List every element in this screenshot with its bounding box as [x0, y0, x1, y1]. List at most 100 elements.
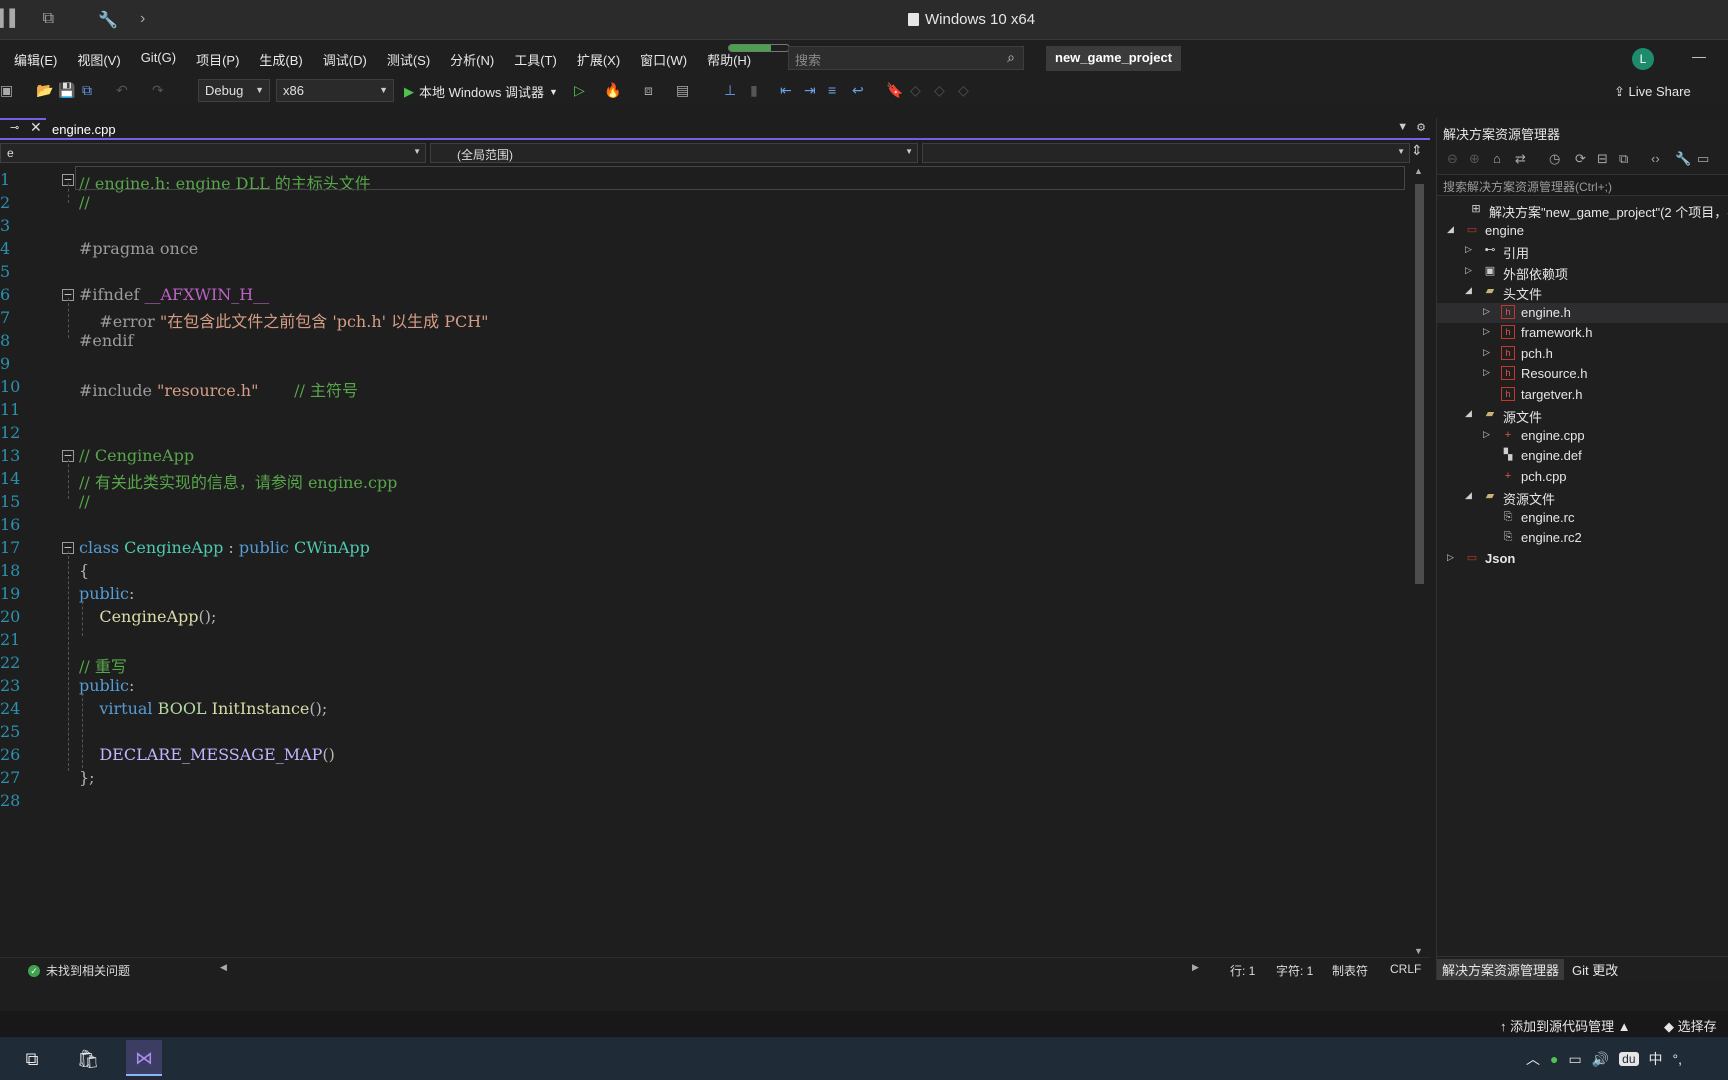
- code-line[interactable]: 7 #error "在包含此文件之前包含 'pch.h' 以生成 PCH": [0, 308, 1400, 333]
- collapse-arrow-icon[interactable]: ◢: [1447, 224, 1454, 235]
- expand-arrow-icon[interactable]: ▷: [1483, 347, 1490, 358]
- code-line[interactable]: 28: [0, 791, 1400, 816]
- punctuation-icon[interactable]: °,: [1673, 1051, 1683, 1067]
- clear-bookmarks-icon[interactable]: ◇: [958, 82, 969, 99]
- switch-view-icon[interactable]: ⇄: [1515, 151, 1526, 167]
- line-ending-indicator[interactable]: CRLF: [1390, 962, 1421, 976]
- code-line[interactable]: 16: [0, 515, 1400, 540]
- uncomment-icon[interactable]: ▮: [750, 82, 758, 99]
- code-line[interactable]: 15 //: [0, 492, 1400, 517]
- scope-nav-select[interactable]: (全局范围) ▼: [430, 143, 918, 163]
- live-share-button[interactable]: ⇪ Live Share: [1614, 84, 1691, 100]
- avatar[interactable]: L: [1632, 48, 1654, 70]
- tree-file-header[interactable]: ▷ h framework.h: [1437, 323, 1728, 343]
- tree-project-engine[interactable]: ◢ ▭ engine: [1437, 221, 1728, 241]
- save-icon[interactable]: 💾: [58, 82, 75, 99]
- display-icon[interactable]: ▭: [1568, 1051, 1581, 1068]
- scroll-down-icon[interactable]: ▼: [1414, 946, 1423, 956]
- open-folder-icon[interactable]: 📂: [36, 82, 53, 99]
- tree-references[interactable]: ▷ ⊷ 引用: [1437, 241, 1728, 261]
- show-all-files-icon[interactable]: ⧉: [1619, 151, 1628, 167]
- code-line[interactable]: 14 // 有关此类实现的信息，请参阅 engine.cpp: [0, 469, 1400, 494]
- code-line[interactable]: 5: [0, 262, 1400, 287]
- outdent-icon[interactable]: ⇤: [780, 82, 792, 99]
- code-line[interactable]: 13−// CengineApp: [0, 446, 1400, 471]
- pending-changes-icon[interactable]: ◷: [1549, 151, 1560, 167]
- tree-folder-resources[interactable]: ◢ ▰ 资源文件: [1437, 487, 1728, 507]
- code-line[interactable]: 25: [0, 722, 1400, 747]
- settings-icon[interactable]: ⚙: [1416, 121, 1426, 134]
- member-nav-select[interactable]: ▼: [922, 143, 1410, 163]
- code-line[interactable]: 26 DECLARE_MESSAGE_MAP(): [0, 745, 1400, 770]
- code-line[interactable]: 23 public:: [0, 676, 1400, 701]
- tree-file-source[interactable]: ▚ engine.def: [1437, 446, 1728, 466]
- bookmark-icon[interactable]: 🔖: [886, 82, 903, 99]
- tree-file-source[interactable]: ▷ + engine.cpp: [1437, 426, 1728, 446]
- menu-item[interactable]: 调试(D): [323, 50, 367, 69]
- project-nav-select[interactable]: e ▼: [0, 143, 426, 163]
- expand-arrow-icon[interactable]: ▷: [1465, 244, 1472, 255]
- project-name-badge[interactable]: new_game_project: [1046, 46, 1182, 71]
- home-icon[interactable]: ⌂: [1493, 151, 1501, 166]
- layout-icon[interactable]: ▤: [676, 82, 689, 99]
- ime-mode[interactable]: 中: [1649, 1049, 1663, 1069]
- code-line[interactable]: 12: [0, 423, 1400, 448]
- store-icon[interactable]: 🛍: [74, 1045, 102, 1073]
- code-line[interactable]: 4 #pragma once: [0, 239, 1400, 264]
- snapshot-icon[interactable]: ⧉: [43, 10, 54, 30]
- hot-reload-icon[interactable]: 🔥: [604, 82, 621, 99]
- solution-search-input[interactable]: 搜索解决方案资源管理器(Ctrl+;): [1437, 174, 1728, 196]
- menu-item[interactable]: Git(G): [141, 50, 176, 69]
- code-line[interactable]: 18 {: [0, 561, 1400, 586]
- editor-vertical-scrollbar[interactable]: ▲ ▼: [1411, 166, 1427, 956]
- menu-item[interactable]: 生成(B): [259, 50, 302, 69]
- format-icon[interactable]: ≡: [828, 82, 836, 98]
- code-line[interactable]: 11: [0, 400, 1400, 425]
- code-line[interactable]: 19 public:: [0, 584, 1400, 609]
- tree-file-header[interactable]: ▷ h Resource.h: [1437, 364, 1728, 384]
- expand-arrow-icon[interactable]: ▷: [1465, 265, 1472, 276]
- column-indicator[interactable]: 字符: 1: [1276, 962, 1313, 979]
- split-editor-icon[interactable]: ⇕: [1411, 142, 1423, 159]
- code-line[interactable]: 24 virtual BOOL InitInstance();: [0, 699, 1400, 724]
- preview-icon[interactable]: ▭: [1697, 151, 1709, 167]
- code-line[interactable]: 17− class CengineApp : public CWinApp: [0, 538, 1400, 563]
- undo-icon[interactable]: ↶: [116, 82, 128, 99]
- tree-solution-root[interactable]: ⊞ 解决方案"new_game_project"(2 个项目，共: [1437, 200, 1728, 220]
- scroll-left-icon[interactable]: ◀: [220, 962, 227, 973]
- baidu-ime-icon[interactable]: du: [1619, 1052, 1639, 1066]
- tree-project-json[interactable]: ▷ ▭ Json: [1437, 549, 1728, 569]
- tree-file-resource[interactable]: ⎘ engine.rc2: [1437, 528, 1728, 548]
- indent-icon[interactable]: ⇥: [804, 82, 816, 99]
- redo-icon[interactable]: ↷: [152, 82, 164, 99]
- collapse-all-icon[interactable]: ⊟: [1597, 151, 1608, 167]
- scrollbar-thumb[interactable]: [1415, 184, 1424, 584]
- expand-arrow-icon[interactable]: ▷: [1483, 367, 1490, 378]
- visual-studio-icon[interactable]: ⋈: [126, 1040, 162, 1076]
- wrench-icon[interactable]: 🔧: [98, 10, 118, 30]
- indent-mode-indicator[interactable]: 制表符: [1332, 962, 1368, 979]
- expand-arrow-icon[interactable]: ▷: [1483, 429, 1490, 440]
- comment-icon[interactable]: ⊥: [724, 82, 736, 99]
- code-line[interactable]: 10 #include "resource.h" // 主符号: [0, 377, 1400, 402]
- platform-select[interactable]: x86 ▼: [276, 79, 394, 102]
- menu-item[interactable]: 帮助(H): [707, 50, 751, 69]
- minimize-icon[interactable]: —: [1692, 48, 1706, 64]
- sync-icon[interactable]: ⟳: [1575, 151, 1586, 167]
- tree-file-header[interactable]: ▷ h engine.h: [1437, 302, 1728, 323]
- back-icon[interactable]: ⊖: [1447, 151, 1458, 167]
- tree-external-deps[interactable]: ▷ ▣ 外部依赖项: [1437, 262, 1728, 282]
- menu-item[interactable]: 视图(V): [77, 50, 120, 69]
- view-code-icon[interactable]: ‹›: [1651, 151, 1660, 166]
- wrap-icon[interactable]: ↩: [852, 82, 864, 99]
- expand-arrow-icon[interactable]: ▷: [1483, 306, 1490, 317]
- tab-engine-cpp[interactable]: ⊸ ✕ engine.cpp: [0, 118, 168, 138]
- scroll-up-icon[interactable]: ▲: [1414, 166, 1423, 176]
- menu-item[interactable]: 分析(N): [450, 50, 494, 69]
- menu-item[interactable]: 工具(T): [514, 50, 557, 69]
- add-to-source-control-button[interactable]: ↑ 添加到源代码管理 ▲: [1500, 1016, 1631, 1035]
- forward-icon[interactable]: ⊕: [1469, 151, 1480, 167]
- expand-arrow-icon[interactable]: ▷: [1483, 326, 1490, 337]
- tree-folder-sources[interactable]: ◢ ▰ 源文件: [1437, 405, 1728, 425]
- menu-item[interactable]: 窗口(W): [640, 50, 687, 69]
